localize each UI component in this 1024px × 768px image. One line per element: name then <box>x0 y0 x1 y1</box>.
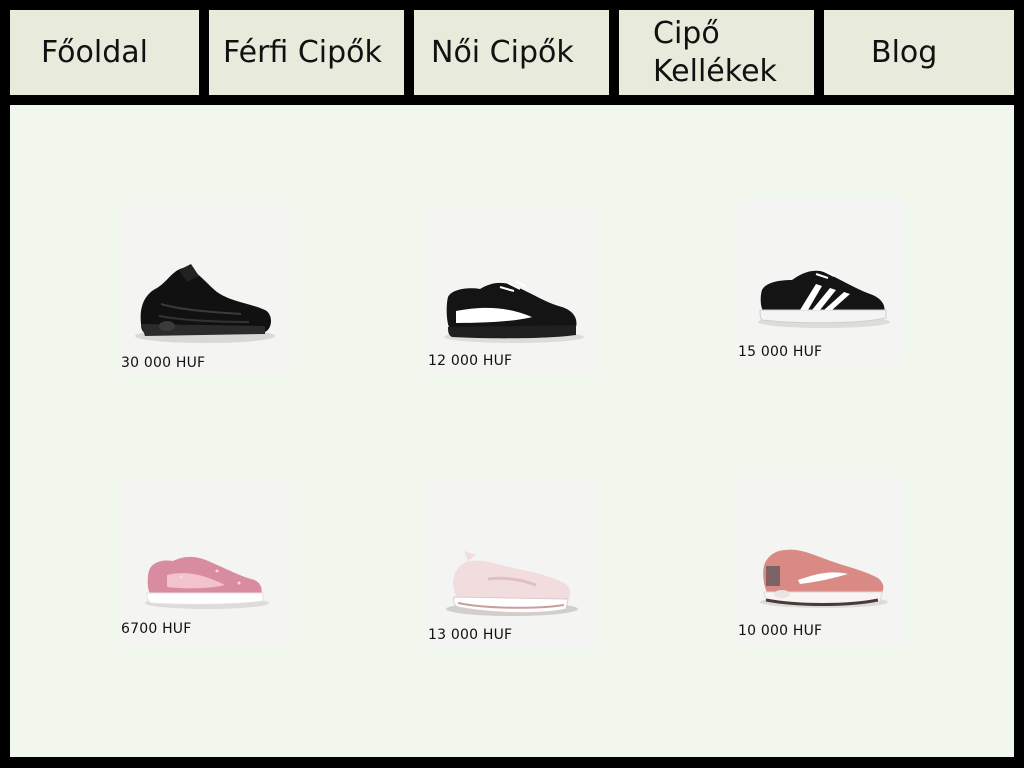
product-price: 10 000 HUF <box>738 623 823 639</box>
page: Főoldal Férfi Cipők Női Cipők Cipő Kellé… <box>0 0 1024 768</box>
pink-air-max-sneaker-icon <box>760 549 888 608</box>
nav-item-shoe-accessories-label: Cipő Kellékek <box>653 15 777 89</box>
nav-item-mens-shoes[interactable]: Férfi Cipők <box>209 10 404 95</box>
product-card[interactable] <box>428 481 596 649</box>
product-price: 13 000 HUF <box>428 627 513 643</box>
black-air-max-sneaker-icon <box>135 264 275 343</box>
black-three-stripe-sneaker-icon <box>758 269 890 328</box>
product-price: 30 000 HUF <box>121 355 206 371</box>
nav-item-shoe-accessories[interactable]: Cipő Kellékek <box>619 10 814 95</box>
product-card[interactable] <box>428 207 596 375</box>
nav-item-blog-label: Blog <box>871 34 938 70</box>
top-navigation: Főoldal Férfi Cipők Női Cipők Cipő Kellé… <box>0 0 1024 104</box>
black-white-puma-sneaker-icon <box>444 280 584 343</box>
product-card[interactable] <box>738 478 906 646</box>
product-price: 15 000 HUF <box>738 344 823 360</box>
product-price: 6700 HUF <box>121 621 192 637</box>
product-card[interactable] <box>121 206 289 374</box>
product-price: 12 000 HUF <box>428 353 513 369</box>
pale-pink-air-sneaker-icon <box>446 551 578 616</box>
product-card[interactable] <box>738 198 906 366</box>
nav-item-blog[interactable]: Blog <box>824 10 1014 95</box>
product-grid: 30 000 HUF 12 000 HUF 15 000 HUF 6700 HU… <box>10 105 1014 757</box>
nav-item-home[interactable]: Főoldal <box>10 10 199 95</box>
nav-item-womens-shoes-label: Női Cipők <box>431 34 574 70</box>
nav-item-womens-shoes[interactable]: Női Cipők <box>414 10 609 95</box>
nav-item-mens-shoes-label: Férfi Cipők <box>223 34 382 70</box>
nav-item-home-label: Főoldal <box>41 34 148 70</box>
